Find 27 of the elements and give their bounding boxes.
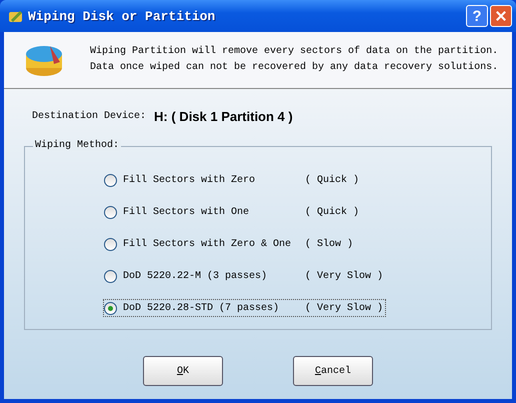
option-label[interactable]: Fill Sectors with Zero & One [123, 238, 305, 250]
option-label[interactable]: DoD 5220.28-STD (7 passes) [123, 302, 305, 314]
close-button[interactable] [490, 5, 512, 27]
destination-label: Destination Device: [32, 111, 146, 122]
radio-button[interactable] [104, 302, 117, 314]
description-text: Data once wiped can not be recovered by any data recovery solutions. [90, 60, 498, 75]
app-icon [8, 8, 24, 24]
option-label[interactable]: DoD 5220.22-M (3 passes) [123, 270, 305, 282]
help-button[interactable]: ? [466, 5, 488, 27]
close-icon [494, 9, 508, 23]
description-text: Wiping Partition will remove every sectors of data on the partition. [90, 44, 498, 59]
destination-value: H: ( Disk 1 Partition 4 ) [154, 109, 293, 124]
dialog-button[interactable]: OK [143, 356, 223, 386]
speed-label: ( Very Slow ) [305, 270, 384, 282]
speed-label: ( Quick ) [305, 206, 360, 218]
radio-button[interactable] [104, 238, 117, 250]
window-title: Wiping Disk or Partition [28, 8, 216, 24]
radio-button[interactable] [104, 270, 117, 282]
option-label[interactable]: Fill Sectors with One [123, 206, 305, 218]
speed-label: ( Slow ) [305, 238, 354, 250]
option-label[interactable]: Fill Sectors with Zero [123, 174, 305, 186]
speed-label: ( Very Slow ) [305, 302, 384, 314]
dialog-button[interactable]: Cancel [293, 356, 373, 386]
speed-label: ( Quick ) [305, 174, 360, 186]
radio-button[interactable] [104, 206, 117, 218]
radio-button[interactable] [104, 174, 117, 186]
group-title: Wiping Method: [33, 140, 122, 151]
